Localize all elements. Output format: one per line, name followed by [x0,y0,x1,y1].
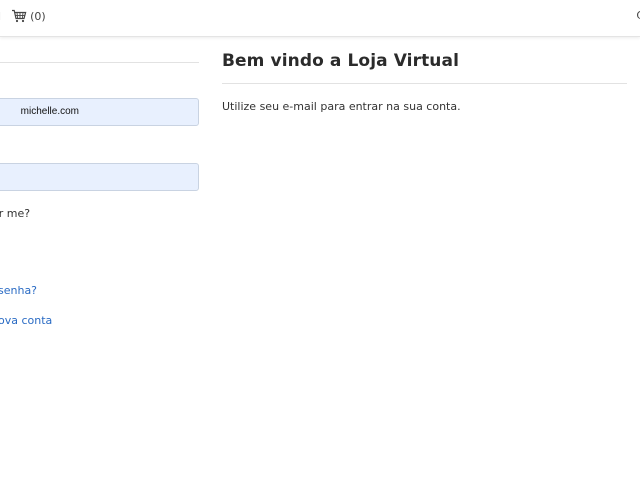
forgot-password-link[interactable]: senha? [0,284,37,297]
email-value: michelle.com [20,106,79,117]
remember-me-checkbox[interactable]: er me? [0,207,34,220]
welcome-message: Utilize seu e-mail para entrar na sua co… [222,100,461,113]
login-divider [0,62,199,63]
navbar-right-link[interactable]: C [636,9,640,22]
title-divider [222,83,627,84]
cart-count: (0) [30,9,46,23]
create-account-link[interactable]: ova conta [0,314,52,327]
navbar-left-group: l (0) [0,9,46,23]
page-title: Bem vindo a Loja Virtual [222,51,460,71]
password-field[interactable] [0,163,199,191]
shopping-cart-icon [12,9,27,23]
navbar-link[interactable]: l [0,10,1,23]
email-field[interactable]: michelle.com [0,98,199,126]
top-navbar: l (0) C [0,0,640,37]
remember-me-label: er me? [0,207,31,220]
cart-button[interactable]: (0) [11,9,46,23]
login-form: michelle.com er me? senha? ova conta [0,37,200,477]
